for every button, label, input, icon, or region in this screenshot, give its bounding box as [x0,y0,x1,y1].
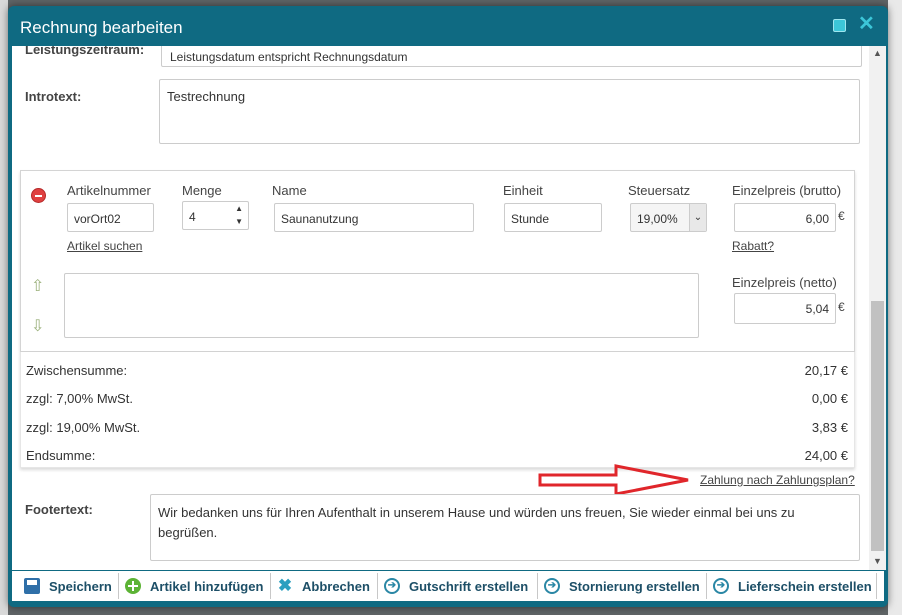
delivery-note-button-label: Lieferschein erstellen [738,578,872,594]
footertext-label: Footertext: [25,502,93,517]
arrow-circle-right-icon: ➔ [544,578,560,594]
menge-stepper[interactable]: 4 ▲ ▼ [182,201,249,230]
menge-value: 4 [189,210,196,224]
einheit-value: Stunde [511,212,550,226]
brutto-input[interactable]: 6,00 [734,203,836,232]
cancel-button-label: Abbrechen [302,578,370,594]
leistungszeitraum-field[interactable]: Leistungsdatum entspricht Rechnungsdatum [161,46,862,67]
credit-note-button-label: Gutschrift erstellen [409,578,529,594]
totals-row-label: zzgl: 19,00% MwSt. [26,420,141,435]
payment-plan-link[interactable]: Zahlung nach Zahlungsplan? [700,473,855,487]
leistungszeitraum-value: Leistungsdatum entspricht Rechnungsdatum [170,50,408,64]
article-row: Artikelnummer vorOrt02 Artikel suchen Me… [20,170,855,352]
steuersatz-select[interactable]: 19,00% ⌄ [630,203,707,232]
arrow-circle-right-icon: ➔ [384,578,400,594]
stepper-down-icon[interactable]: ▼ [235,217,243,226]
einheit-label: Einheit [503,183,543,198]
steuersatz-label: Steuersatz [628,183,691,198]
action-toolbar: Speichern Artikel hinzufügen ✖ Abbrechen… [12,571,884,601]
totals-row-label: Zwischensumme: [26,363,128,378]
artikelnummer-input[interactable]: vorOrt02 [67,203,154,232]
menge-label: Menge [182,183,222,198]
save-button-label: Speichern [49,578,112,594]
totals-row: zzgl: 7,00% MwSt. 0,00 € [26,391,848,406]
footertext-field[interactable]: Wir bedanken uns für Ihren Aufenthalt in… [150,494,860,561]
netto-label: Einzelpreis (netto) [732,275,837,290]
brutto-value: 6,00 [805,212,829,226]
edit-invoice-dialog: Rechnung bearbeiten ✕ Leistungszeitraum:… [8,6,888,607]
totals-row-value: 24,00 € [804,448,848,463]
background-app-right [888,0,902,615]
close-icon[interactable]: ✕ [858,14,875,34]
introtext-value: Testrechnung [167,89,246,104]
totals-row-value: 20,17 € [804,363,848,378]
artikelnummer-label: Artikelnummer [67,183,151,198]
name-label: Name [272,183,307,198]
scrollbar-thumb[interactable] [871,301,884,551]
remove-article-icon[interactable] [31,188,46,203]
credit-note-button[interactable]: ➔ Gutschrift erstellen [378,573,538,599]
arrow-circle-right-icon: ➔ [713,578,729,594]
totals-row: Endsumme: 24,00 € [26,448,848,463]
totals-row-label: Endsumme: [26,448,96,463]
leistungszeitraum-label: Leistungszeitraum: [25,46,145,57]
dialog-titlebar: Rechnung bearbeiten ✕ [8,6,888,46]
steuersatz-value: 19,00% [637,212,678,226]
brutto-currency: € [838,209,845,223]
scroll-down-icon[interactable]: ▼ [873,556,882,566]
content-scrollbar[interactable]: ▲ ▼ [869,46,886,570]
arrow-down-icon[interactable]: ⇩ [31,316,44,336]
introtext-field[interactable]: Testrechnung [159,79,860,144]
totals-row-value: 3,83 € [811,420,848,435]
totals-row: Zwischensumme: 20,17 € [26,363,848,378]
dialog-content: Leistungszeitraum: Leistungsdatum entspr… [12,46,886,570]
introtext-label: Introtext: [25,89,82,104]
netto-currency: € [838,300,845,314]
netto-value: 5,04 [805,302,829,316]
name-input[interactable]: Saunanutzung [274,203,474,232]
chevron-down-icon[interactable]: ⌄ [689,204,706,231]
footertext-value: Wir bedanken uns für Ihren Aufenthalt in… [158,505,795,540]
artikel-suchen-link[interactable]: Artikel suchen [67,239,142,253]
delivery-note-button[interactable]: ➔ Lieferschein erstellen [707,573,877,599]
artikelnummer-value: vorOrt02 [74,212,121,226]
add-article-button[interactable]: Artikel hinzufügen [119,573,271,599]
floppy-disk-icon [24,578,40,594]
cancel-button[interactable]: ✖ Abbrechen [271,573,378,599]
x-icon: ✖ [277,576,293,595]
cancellation-button-label: Stornierung erstellen [569,578,700,594]
einheit-input[interactable]: Stunde [504,203,602,232]
stepper-up-icon[interactable]: ▲ [235,204,243,213]
add-article-button-label: Artikel hinzufügen [150,578,264,594]
article-description-input[interactable] [64,273,699,338]
rabatt-link[interactable]: Rabatt? [732,239,774,253]
brutto-label: Einzelpreis (brutto) [732,183,842,198]
netto-input[interactable]: 5,04 [734,293,836,324]
dialog-title: Rechnung bearbeiten [20,18,183,37]
name-value: Saunanutzung [281,212,359,226]
background-app-left [0,0,8,615]
plus-circle-icon [125,578,141,594]
scroll-up-icon[interactable]: ▲ [873,48,882,58]
cancellation-button[interactable]: ➔ Stornierung erstellen [538,573,707,599]
totals-row-value: 0,00 € [811,391,848,406]
totals-row: zzgl: 19,00% MwSt. 3,83 € [26,420,848,435]
arrow-up-icon[interactable]: ⇧ [31,276,44,296]
totals-row-label: zzgl: 7,00% MwSt. [26,391,133,406]
maximize-icon[interactable] [833,19,846,32]
totals-panel: Zwischensumme: 20,17 € zzgl: 7,00% MwSt.… [20,352,855,468]
annotation-arrow-icon [538,464,689,496]
save-button[interactable]: Speichern [18,573,119,599]
